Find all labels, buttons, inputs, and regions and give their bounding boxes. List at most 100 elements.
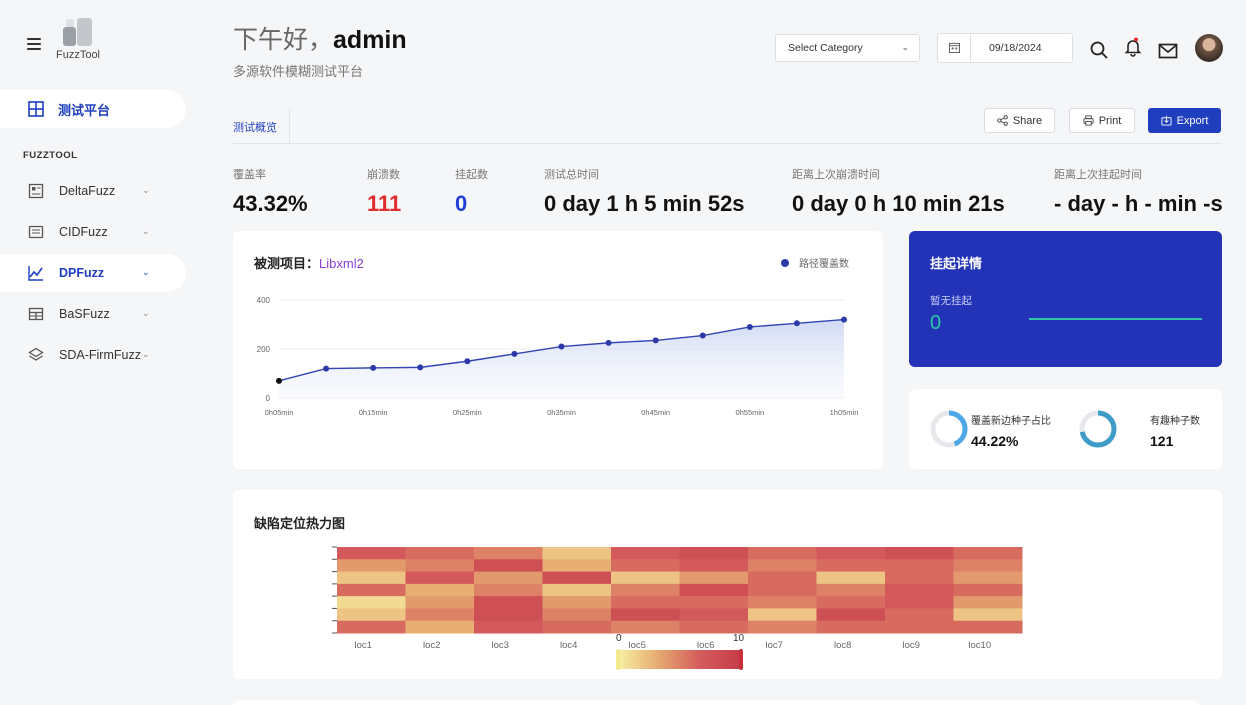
heatmap-cell (679, 559, 749, 573)
heatmap-cell (611, 571, 680, 585)
heatmap-cell (953, 596, 1023, 609)
nav-list: DeltaFuzz ⌄ CIDFuzz ⌄ DPFuzz ⌄ BaSFuzz ⌄… (0, 172, 186, 377)
greeting: 下午好，admin (233, 20, 407, 56)
metric-value: - day - h - min -s (1054, 191, 1223, 216)
search-icon[interactable] (1089, 40, 1109, 60)
metric-label: 挂起数 (455, 169, 488, 181)
coverage-chart-card: 被测项目：Libxml2 路径覆盖数 0 200 400 0h05min 0h15min… (233, 231, 883, 469)
heatmap-cell (885, 608, 954, 622)
chevron-down-icon: ⌄ (142, 185, 150, 195)
heatmap-cell (885, 596, 954, 609)
sidebar-item-dpfuzz[interactable]: DPFuzz ⌄ (0, 254, 186, 292)
data-point (841, 316, 847, 323)
greeting-user: admin (333, 26, 407, 54)
hang-title: 挂起详情 (930, 256, 983, 271)
heatmap-cell (611, 620, 680, 634)
menu-icon[interactable] (27, 38, 41, 50)
date-picker[interactable]: 09/18/2024 (937, 33, 1073, 63)
heatmap-cell (542, 596, 612, 609)
heatmap-cell (953, 547, 1023, 560)
sidebar-item-basfuzz[interactable]: BaSFuzz ⌄ (0, 295, 186, 333)
share-button[interactable]: Share (984, 108, 1055, 133)
mail-icon[interactable] (1158, 41, 1178, 61)
heatmap-cell (542, 620, 612, 634)
heatmap-cell (611, 547, 680, 560)
print-label: Print (1098, 114, 1122, 127)
calendar-icon[interactable] (938, 34, 971, 62)
scale-handle-max[interactable] (739, 649, 743, 670)
layers-icon (28, 347, 44, 361)
heatmap-cell (748, 620, 817, 634)
date-value: 09/18/2024 (989, 42, 1042, 54)
table-icon (28, 307, 44, 321)
heatmap-color-scale[interactable] (616, 649, 743, 670)
heatmap-cell (611, 596, 680, 609)
heatmap-cell (816, 559, 886, 573)
y-tick-label: 400 (257, 296, 271, 305)
data-point (558, 343, 565, 350)
sidebar-item-cidfuzz[interactable]: CIDFuzz ⌄ (0, 213, 186, 251)
hang-count: 0 (930, 312, 942, 334)
data-point (370, 364, 377, 371)
avatar[interactable] (1195, 34, 1223, 62)
heatmap-cell (748, 596, 817, 609)
heatmap-cell (337, 559, 406, 573)
export-button[interactable]: Export (1148, 108, 1221, 133)
data-point (699, 332, 706, 339)
heatmap-cell (885, 559, 954, 573)
sidebar: FuzzTool 测试平台 FUZZTOOL DeltaFuzz ⌄ CIDFu… (0, 0, 186, 705)
heatmap-cell (337, 583, 406, 597)
coverage-line-chart: 0 200 400 0h05min 0h15min 0h25min 0h35min 0h45m… (257, 296, 859, 417)
app-logo: FuzzTool (52, 17, 104, 61)
bell-icon[interactable] (1123, 37, 1143, 57)
dashboard-icon (28, 101, 44, 117)
heatmap-cell (405, 620, 475, 634)
chevron-down-icon: ⌄ (142, 308, 150, 318)
donut-value: 44.22% (971, 433, 1019, 449)
donut-label: 有趣种子数 (1150, 416, 1200, 427)
scale-max-label: 10 (733, 633, 745, 644)
chevron-down-icon: ⌄ (142, 267, 150, 277)
sidebar-item-label: DPFuzz (59, 266, 105, 280)
sidebar-item-sda-firmfuzz[interactable]: SDA-FirmFuzz ⌄ (0, 336, 186, 374)
tab-overview[interactable]: 测试概览 (233, 119, 277, 135)
heatmap-cell (337, 596, 406, 609)
sidebar-item-deltafuzz[interactable]: DeltaFuzz ⌄ (0, 172, 186, 210)
heatmap-cell (748, 608, 817, 622)
category-select[interactable]: Select Category ⌄ (775, 34, 920, 62)
data-point (511, 350, 518, 357)
heatmap-cell (542, 547, 612, 560)
heatmap-cell (474, 596, 543, 609)
print-button[interactable]: Print (1069, 108, 1135, 133)
hang-sparkline (1029, 318, 1202, 320)
x-tick-label: loc2 (423, 640, 440, 651)
heatmap-cell (405, 583, 475, 597)
data-point (276, 377, 282, 384)
nav-test-platform-label: 测试平台 (58, 102, 111, 118)
x-tick-label: 0h55min (735, 408, 764, 417)
sidebar-item-label: DeltaFuzz (59, 184, 116, 198)
x-tick-label: 0h35min (547, 408, 576, 417)
metric-hangs: 挂起数 0 (455, 166, 488, 217)
heatmap-cell (474, 583, 543, 597)
scale-min-label: 0 (616, 633, 622, 644)
nav-test-platform[interactable]: 测试平台 (0, 90, 186, 128)
heatmap-cell (679, 571, 749, 585)
heatmap-cell (474, 620, 543, 634)
chevron-down-icon: ⌄ (901, 42, 909, 52)
heatmap-cell (953, 559, 1023, 573)
heatmap-cell (405, 596, 475, 609)
metric-value: 111 (367, 191, 402, 216)
heatmap-cell (816, 596, 886, 609)
heatmap-cell (474, 547, 543, 560)
metric-label: 覆盖率 (233, 169, 266, 181)
printer-icon (1083, 115, 1094, 126)
chevron-down-icon: ⌄ (142, 226, 150, 236)
x-tick-label: loc9 (903, 640, 920, 651)
scale-handle-min[interactable] (616, 649, 620, 670)
heatmap-cell (474, 571, 543, 585)
sidebar-item-label: CIDFuzz (59, 225, 108, 239)
logo-icon (63, 17, 93, 47)
x-tick-label: loc8 (834, 640, 851, 651)
section-label: FUZZTOOL (23, 150, 78, 161)
